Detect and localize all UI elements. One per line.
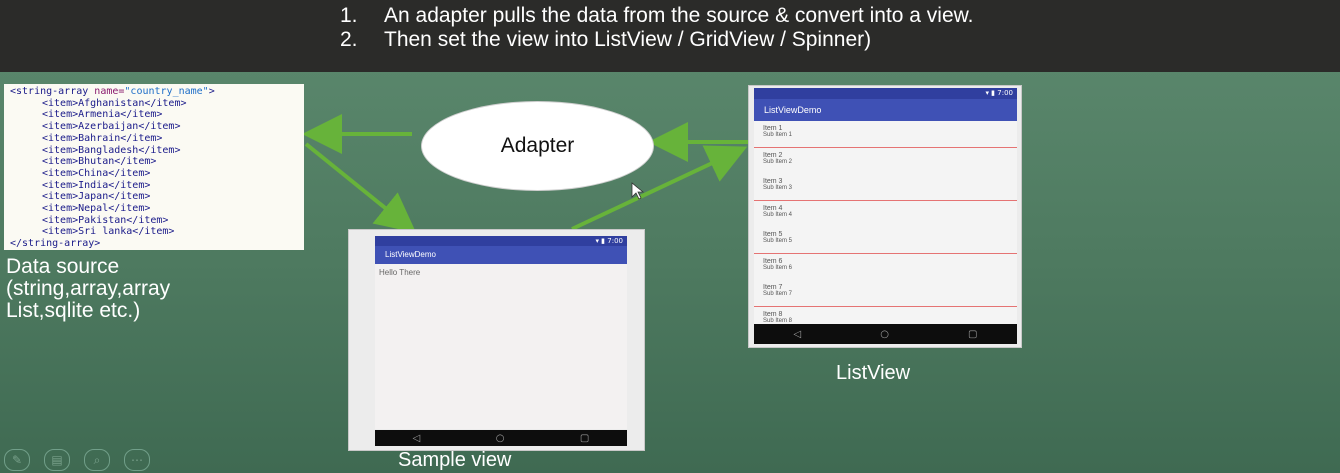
home-icon[interactable]: ○ bbox=[496, 433, 505, 444]
back-icon[interactable]: ◁ bbox=[413, 433, 421, 444]
status-bar: ▾ ▮ 7:00 bbox=[754, 88, 1017, 99]
nav-bar: ◁ ○ ▢ bbox=[754, 324, 1017, 344]
recent-apps-icon[interactable]: ▢ bbox=[968, 329, 977, 340]
more-icon[interactable]: ⋯ bbox=[124, 449, 150, 471]
recent-apps-icon[interactable]: ▢ bbox=[580, 433, 589, 444]
nav-bar: ◁ ○ ▢ bbox=[375, 430, 627, 446]
hello-text: Hello There bbox=[379, 268, 421, 277]
list-container[interactable]: Item 1 Sub Item 1 Item 2 Sub Item 2 Item 3… bbox=[754, 121, 1017, 324]
slides-icon[interactable]: ▤ bbox=[44, 449, 70, 471]
string-array-code: <string-array name="country_name"> <item… bbox=[4, 84, 304, 250]
list-item[interactable]: Item 6 Sub Item 6 bbox=[754, 253, 1017, 281]
app-bar: ListViewDemo bbox=[375, 246, 627, 264]
code-open-line: <string-array name="country_name"> bbox=[10, 86, 215, 97]
app-bar: ListViewDemo bbox=[754, 99, 1017, 121]
adapter-ellipse: Adapter bbox=[421, 101, 654, 191]
back-icon[interactable]: ◁ bbox=[794, 329, 802, 340]
list-item[interactable]: Item 4 Sub Item 4 bbox=[754, 200, 1017, 228]
listview-caption: ListView bbox=[836, 362, 911, 384]
code-close-line: </string-array> bbox=[10, 238, 101, 250]
code-item: <item>Nepal</item> bbox=[42, 203, 151, 215]
list-item[interactable]: Item 3 Sub Item 3 bbox=[754, 174, 1017, 201]
code-item: <item>Sri lanka</item> bbox=[42, 226, 175, 238]
code-item: <item>Japan</item> bbox=[42, 191, 151, 203]
code-item: <item>Azerbaijan</item> bbox=[42, 121, 181, 133]
code-item: <item>Bangladesh</item> bbox=[42, 144, 181, 156]
list-item[interactable]: Item 5 Sub Item 5 bbox=[754, 227, 1017, 254]
arrow-source-to-sample bbox=[304, 142, 417, 234]
status-bar: ▾ ▮ 7:00 bbox=[375, 236, 627, 246]
content-area: Hello There bbox=[375, 264, 627, 429]
code-item: <item>Bahrain</item> bbox=[42, 132, 163, 144]
code-item: <item>Pakistan</item> bbox=[42, 214, 169, 226]
code-item: <item>Armenia</item> bbox=[42, 109, 163, 121]
slide-toolbar: ✎ ▤ ⌕ ⋯ bbox=[4, 449, 150, 471]
code-item: <item>Afghanistan</item> bbox=[42, 97, 187, 109]
list-item[interactable]: Item 2 Sub Item 2 bbox=[754, 147, 1017, 175]
listview-phone: ▾ ▮ 7:00 ListViewDemo Item 1 Sub Item 1 I… bbox=[748, 85, 1022, 348]
zoom-icon[interactable]: ⌕ bbox=[84, 449, 110, 471]
sample-view-caption: Sample view bbox=[398, 449, 512, 471]
data-source-label: Data source (string,array,array List,sql… bbox=[6, 255, 171, 322]
home-icon[interactable]: ○ bbox=[880, 329, 889, 340]
code-item: <item>Bhutan</item> bbox=[42, 156, 157, 168]
code-item: <item>India</item> bbox=[42, 179, 151, 191]
list-item[interactable]: Item 8 Sub Item 8 bbox=[754, 306, 1017, 324]
list-item[interactable]: Item 1 Sub Item 1 bbox=[754, 121, 1017, 148]
code-item: <item>China</item> bbox=[42, 167, 151, 179]
pen-icon[interactable]: ✎ bbox=[4, 449, 30, 471]
list-item[interactable]: Item 7 Sub Item 7 bbox=[754, 280, 1017, 307]
sample-view-phone: ▾ ▮ 7:00 ListViewDemo Hello There ◁ ○ ▢ bbox=[348, 229, 645, 451]
